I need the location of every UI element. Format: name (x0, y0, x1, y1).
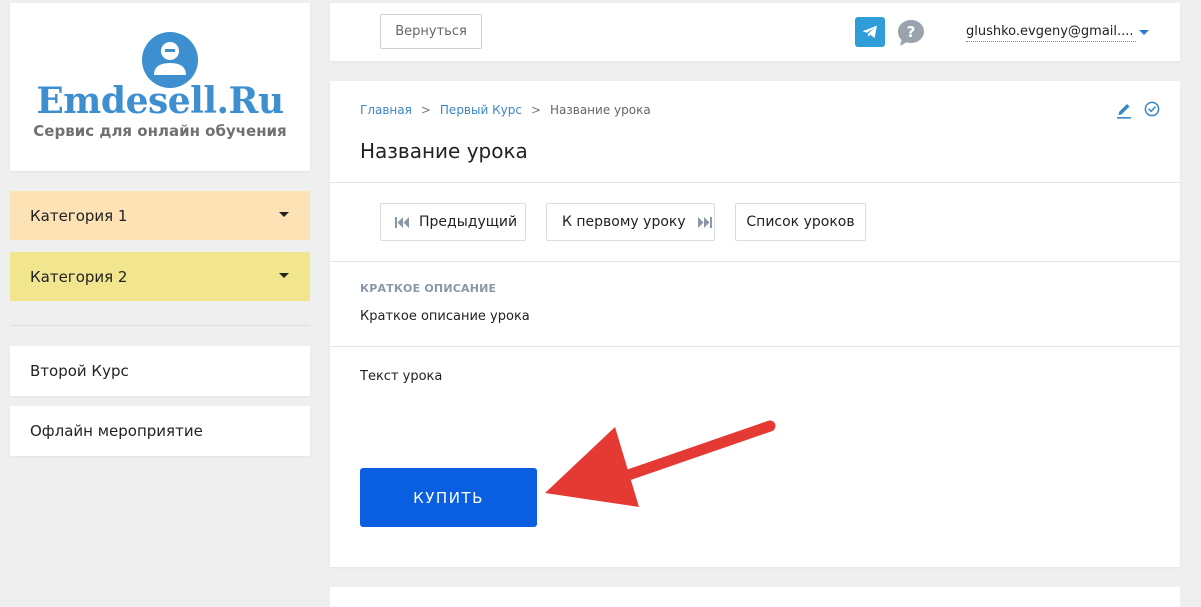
logo-title: Emdesell.Ru (36, 80, 284, 122)
sidebar-category-1[interactable]: Категория 1 (10, 191, 310, 240)
breadcrumb-course[interactable]: Первый Курс (440, 103, 522, 117)
description-heading: КРАТКОЕ ОПИСАНИЕ (360, 282, 497, 295)
annotation-arrow-icon (545, 420, 776, 507)
telegram-button[interactable] (855, 17, 885, 47)
breadcrumb-home[interactable]: Главная (360, 103, 412, 117)
buy-button[interactable]: КУПИТЬ (360, 468, 537, 527)
user-menu[interactable]: glushko.evgeny@gmail.... (966, 23, 1136, 42)
svg-text:?: ? (907, 23, 916, 41)
sidebar-item-second-course[interactable]: Второй Курс (10, 346, 310, 396)
sidebar-item-label: Второй Курс (30, 362, 129, 380)
sidebar-category-label: Категория 1 (30, 206, 128, 225)
question-icon[interactable]: ? (895, 17, 927, 49)
skip-back-icon (395, 216, 409, 228)
back-button[interactable]: Вернуться (380, 14, 482, 49)
logo-card[interactable]: Emdesell.Ru Сервис для онлайн обучения (10, 3, 310, 171)
caret-down-icon (279, 273, 289, 278)
lesson-body-text: Текст урока (360, 369, 443, 384)
telegram-icon (862, 25, 877, 38)
breadcrumb: Главная > Первый Курс > Название урока (360, 103, 651, 117)
previous-lesson-button[interactable]: Предыдущий (380, 203, 526, 241)
logo-tagline: Сервис для онлайн обучения (33, 122, 287, 140)
caret-down-icon (279, 212, 289, 217)
lesson-list-label: Список уроков (746, 214, 855, 230)
first-lesson-button[interactable]: К первому уроку (546, 203, 715, 241)
divider (330, 182, 1180, 183)
breadcrumb-separator: > (530, 103, 541, 117)
description-text: Краткое описание урока (360, 309, 530, 324)
skip-forward-icon (697, 216, 712, 228)
sidebar-divider (10, 325, 310, 326)
pencil-icon[interactable] (1116, 101, 1132, 119)
divider (330, 346, 1180, 347)
sidebar-item-label: Офлайн мероприятие (30, 422, 203, 440)
check-circle-icon[interactable] (1144, 101, 1160, 117)
page-title: Название урока (360, 139, 528, 163)
sidebar-category-2[interactable]: Категория 2 (10, 252, 310, 301)
chevron-down-icon[interactable] (1139, 30, 1149, 35)
breadcrumb-separator: > (420, 103, 431, 117)
top-bar: Вернуться ? glushko.evgeny@gmail.... (330, 3, 1180, 61)
next-card (330, 587, 1180, 607)
sidebar-item-offline-event[interactable]: Офлайн мероприятие (10, 406, 310, 456)
divider (330, 261, 1180, 262)
breadcrumb-current: Название урока (550, 103, 651, 117)
first-lesson-label: К первому уроку (562, 214, 686, 230)
lesson-list-button[interactable]: Список уроков (735, 203, 866, 241)
previous-lesson-label: Предыдущий (419, 214, 518, 230)
sidebar-category-label: Категория 2 (30, 267, 128, 286)
